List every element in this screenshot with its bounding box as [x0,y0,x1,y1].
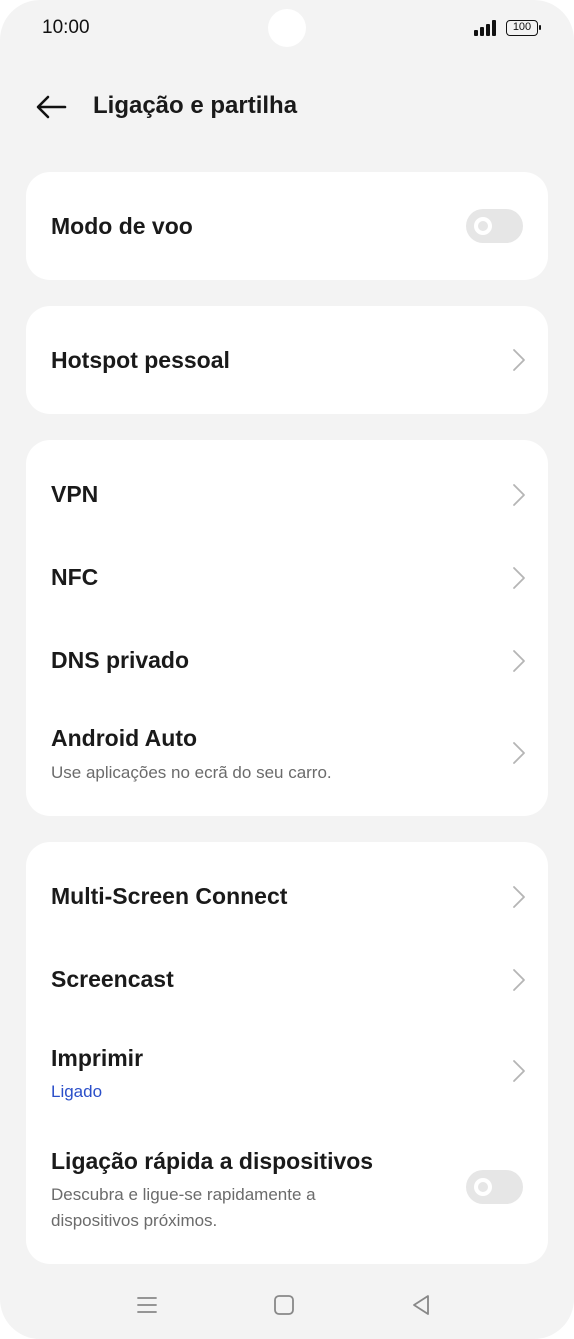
chevron-right-icon [513,969,525,991]
vpn-label: VPN [51,481,99,507]
chevron-right-icon [513,886,525,908]
airplane-mode-label: Modo de voo [51,213,193,239]
screencast-row[interactable]: Screencast [26,939,548,1022]
status-time: 10:00 [42,17,90,38]
back-arrow-icon[interactable] [34,92,68,122]
home-square-icon[interactable] [269,1290,299,1320]
battery-icon: 100 [506,20,541,36]
android-auto-label: Android Auto [51,725,198,751]
vpn-row[interactable]: VPN [26,440,548,550]
header: Ligação e partilha [0,82,574,132]
print-status: Ligado [51,1082,103,1101]
phone-screen: 10:00 100 Ligação e partilha Modo de voo… [0,0,574,1339]
print-label: Imprimir [51,1045,144,1071]
chevron-right-icon [513,742,525,764]
nfc-label: NFC [51,564,99,590]
hotspot-card: Hotspot pessoal [26,306,548,414]
multi-screen-row[interactable]: Multi-Screen Connect [26,842,548,939]
toggle-knob [474,1178,492,1196]
chevron-right-icon [513,650,525,672]
quick-device-connect-description-line1: Descubra e ligue-se rapidamente a [51,1185,316,1204]
chevron-right-icon [513,1060,525,1082]
quick-device-connect-label: Ligação rápida a dispositivos [51,1148,374,1174]
private-dns-label: DNS privado [51,647,190,673]
network-options-card: VPN NFC DNS privado Android Auto Use apl… [26,440,548,816]
quick-device-connect-row[interactable]: Ligação rápida a dispositivos Descubra e… [26,1122,548,1264]
menu-icon[interactable] [132,1290,162,1320]
chevron-right-icon [513,484,525,506]
airplane-mode-card: Modo de voo [26,172,548,280]
quick-device-connect-description-line2: dispositivos próximos. [51,1211,218,1230]
signal-icon [474,20,498,36]
android-auto-row[interactable]: Android Auto Use aplicações no ecrã do s… [26,716,548,816]
nfc-row[interactable]: NFC [26,550,548,633]
quick-device-connect-toggle[interactable] [466,1170,523,1204]
screencast-label: Screencast [51,966,174,992]
front-camera-cutout [268,9,306,47]
airplane-mode-toggle[interactable] [466,209,523,243]
hotspot-row[interactable]: Hotspot pessoal [26,306,548,414]
multi-screen-label: Multi-Screen Connect [51,883,288,909]
chevron-right-icon [513,349,525,371]
status-bar: 10:00 100 [0,0,574,58]
page-title: Ligação e partilha [93,92,298,119]
print-row[interactable]: Imprimir Ligado [26,1022,548,1122]
hotspot-label: Hotspot pessoal [51,347,230,373]
toggle-knob [474,217,492,235]
back-triangle-icon[interactable] [406,1290,436,1320]
android-auto-description: Use aplicações no ecrã do seu carro. [51,763,332,782]
airplane-mode-row[interactable]: Modo de voo [26,172,548,280]
private-dns-row[interactable]: DNS privado [26,633,548,716]
chevron-right-icon [513,567,525,589]
device-connection-card: Multi-Screen Connect Screencast Imprimir… [26,842,548,1264]
navigation-bar [0,1280,574,1330]
